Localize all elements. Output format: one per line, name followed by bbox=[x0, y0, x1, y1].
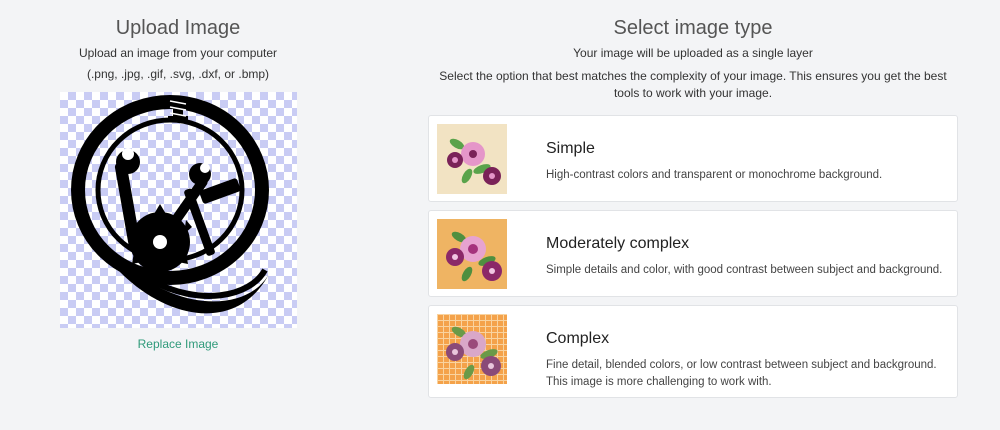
upload-panel: Upload Image Upload an image from your c… bbox=[40, 0, 316, 430]
option-desc-moderately-complex: Simple details and color, with good cont… bbox=[546, 264, 943, 276]
select-type-instructions: Select the option that best matches the … bbox=[439, 69, 947, 100]
option-desc-complex: Fine detail, blended colors, or low cont… bbox=[546, 359, 937, 388]
option-card-simple[interactable]: Simple High-contrast colors and transpar… bbox=[428, 115, 958, 202]
upload-formats: (.png, .jpg, .gif, .svg, .dxf, or .bmp) bbox=[86, 67, 270, 81]
option-title-moderately-complex: Moderately complex bbox=[546, 235, 690, 252]
single-layer-note: Your image will be uploaded as a single … bbox=[573, 46, 813, 60]
option-card-moderately-complex[interactable]: Moderately complex Simple details and co… bbox=[428, 210, 958, 297]
monogram-q-tools-image bbox=[71, 95, 270, 314]
flower-thumbnail-complex bbox=[437, 314, 507, 384]
upload-title: Upload Image bbox=[115, 17, 241, 39]
select-type-title: Select image type bbox=[613, 17, 773, 39]
option-title-simple: Simple bbox=[546, 140, 595, 157]
option-title-complex: Complex bbox=[546, 330, 610, 347]
option-desc-simple: High-contrast colors and transparent or … bbox=[546, 169, 883, 181]
flower-thumbnail-simple bbox=[437, 124, 507, 194]
flower-thumbnail-moderate bbox=[437, 219, 507, 289]
select-type-panel: Select image type Your image will be upl… bbox=[428, 0, 958, 430]
replace-image-link[interactable]: Replace Image bbox=[40, 337, 316, 351]
upload-instructions: Upload an image from your computer bbox=[78, 46, 278, 60]
image-preview bbox=[60, 92, 297, 328]
option-card-complex[interactable]: Complex Fine detail, blended colors, or … bbox=[428, 305, 958, 398]
